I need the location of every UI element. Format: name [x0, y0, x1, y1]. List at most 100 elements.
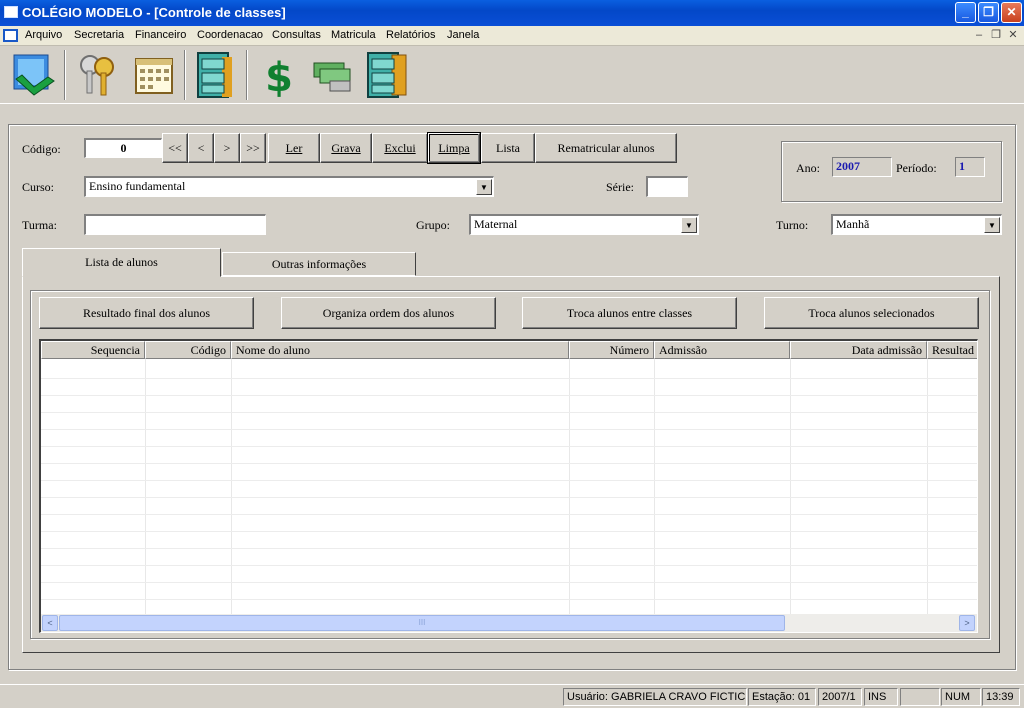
menu-arquivo[interactable]: Arquivo [25, 29, 62, 41]
mdi-minimize-icon[interactable]: – [972, 28, 986, 42]
grid-line [41, 497, 977, 498]
scroll-right-button[interactable]: > [959, 615, 975, 631]
grid-line [41, 514, 977, 515]
exit-door-icon[interactable] [6, 50, 60, 100]
chevron-down-icon[interactable]: ▼ [681, 217, 697, 233]
calendar-icon[interactable] [126, 50, 180, 100]
column-header-numero[interactable]: Número [569, 341, 654, 359]
grupo-label: Grupo: [416, 218, 450, 232]
status-ins: INS [864, 688, 898, 706]
toolbar-separator [246, 50, 248, 100]
menu-matricula[interactable]: Matricula [331, 29, 376, 41]
resultado-final-button[interactable]: Resultado final dos alunos [39, 297, 254, 329]
serie-label: Série: [606, 180, 634, 194]
status-estacao: Estação: 01 [748, 688, 816, 706]
menu-bar: Arquivo Secretaria Financeiro Coordenaca… [0, 26, 1024, 46]
grid-line [41, 446, 977, 447]
next-record-button[interactable]: > [214, 133, 240, 163]
horizontal-scrollbar[interactable]: < III > [41, 614, 977, 632]
menu-relatorios[interactable]: Relatórios [386, 29, 436, 41]
limpa-button[interactable]: Limpa [427, 132, 481, 164]
troca-alunos-selecionados-button[interactable]: Troca alunos selecionados [764, 297, 979, 329]
rematricular-button[interactable]: Rematricular alunos [535, 133, 677, 163]
mdi-restore-icon[interactable]: ❐ [989, 28, 1003, 42]
svg-text:$: $ [265, 55, 293, 99]
grid-line [790, 359, 791, 615]
grid-line [41, 548, 977, 549]
turma-label: Turma: [22, 218, 57, 232]
organiza-ordem-button[interactable]: Organiza ordem dos alunos [281, 297, 496, 329]
turno-select[interactable]: Manhã ▼ [831, 214, 1002, 235]
grid-line [41, 395, 977, 396]
column-header-sequencia[interactable]: Sequencia [41, 341, 145, 359]
dollar-icon[interactable]: $ [252, 50, 306, 100]
periodo-value: 1 [955, 157, 985, 177]
status-blank [900, 688, 940, 706]
first-record-button[interactable]: << [162, 133, 188, 163]
toolbar-separator [64, 50, 66, 100]
exclui-button[interactable]: Exclui [372, 133, 428, 163]
turma-input[interactable] [84, 214, 266, 235]
toolbar-separator [184, 50, 186, 100]
document-icon[interactable] [3, 29, 18, 42]
ler-button[interactable]: Ler [268, 133, 320, 163]
scroll-thumb[interactable]: III [59, 615, 785, 631]
grid-line [41, 582, 977, 583]
lista-button[interactable]: Lista [481, 133, 535, 163]
menu-consultas[interactable]: Consultas [272, 29, 321, 41]
window-title: COLÉGIO MODELO - [Controle de classes] [22, 5, 286, 20]
restore-button[interactable]: ❐ [978, 2, 999, 23]
status-bar: Usuário: GABRIELA CRAVO FICTICIO Estação… [0, 684, 1024, 708]
grid-line [41, 429, 977, 430]
file-cabinet-icon[interactable] [188, 50, 242, 100]
status-time: 13:39 [982, 688, 1020, 706]
title-bar[interactable]: COLÉGIO MODELO - [Controle de classes] _… [0, 0, 1024, 26]
codigo-label: Código: [22, 142, 61, 156]
menu-secretaria[interactable]: Secretaria [74, 29, 124, 41]
grid-line [41, 412, 977, 413]
column-header-nome[interactable]: Nome do aluno [231, 341, 569, 359]
grid-line [231, 359, 232, 615]
column-header-admissao[interactable]: Admissão [654, 341, 790, 359]
tab-outras-informacoes[interactable]: Outras informações [222, 252, 416, 276]
students-table[interactable]: Sequencia Código Nome do aluno Número Ad… [39, 339, 978, 633]
codigo-input[interactable]: 0 [84, 138, 162, 158]
last-record-button[interactable]: >> [240, 133, 266, 163]
chevron-down-icon[interactable]: ▼ [984, 217, 1000, 233]
file-cabinet-open-icon[interactable] [360, 50, 414, 100]
curso-label: Curso: [22, 180, 55, 194]
previous-record-button[interactable]: < [188, 133, 214, 163]
grava-button[interactable]: Grava [320, 133, 372, 163]
column-header-data-admissao[interactable]: Data admissão [790, 341, 927, 359]
toolbar: $ [0, 46, 1024, 104]
grid-line [569, 359, 570, 615]
ano-value: 2007 [832, 157, 892, 177]
close-button[interactable]: ✕ [1001, 2, 1022, 23]
menu-coordenacao[interactable]: Coordenacao [197, 29, 263, 41]
ano-label: Ano: [796, 161, 820, 175]
column-header-resultado[interactable]: Resultad [927, 341, 977, 359]
scroll-left-button[interactable]: < [42, 615, 58, 631]
troca-alunos-classes-button[interactable]: Troca alunos entre classes [522, 297, 737, 329]
menu-financeiro[interactable]: Financeiro [135, 29, 186, 41]
tab-lista-de-alunos[interactable]: Lista de alunos [22, 248, 221, 277]
periodo-label: Período: [896, 161, 937, 175]
money-bills-icon[interactable] [306, 50, 360, 100]
turno-value: Manhã [836, 217, 870, 231]
minimize-button[interactable]: _ [955, 2, 976, 23]
column-header-codigo[interactable]: Código [145, 341, 231, 359]
grid-line [41, 480, 977, 481]
grid-line [41, 599, 977, 600]
turno-label: Turno: [776, 218, 809, 232]
grid-line [41, 463, 977, 464]
grid-line [41, 378, 977, 379]
menu-janela[interactable]: Janela [447, 29, 479, 41]
grupo-select[interactable]: Maternal ▼ [469, 214, 699, 235]
chevron-down-icon[interactable]: ▼ [476, 179, 492, 195]
status-usuario: Usuário: GABRIELA CRAVO FICTICIO [563, 688, 747, 706]
grid-line [41, 565, 977, 566]
keys-icon[interactable] [70, 50, 124, 100]
serie-input[interactable] [646, 176, 688, 197]
mdi-close-icon[interactable]: ✕ [1006, 28, 1020, 42]
curso-select[interactable]: Ensino fundamental ▼ [84, 176, 494, 197]
